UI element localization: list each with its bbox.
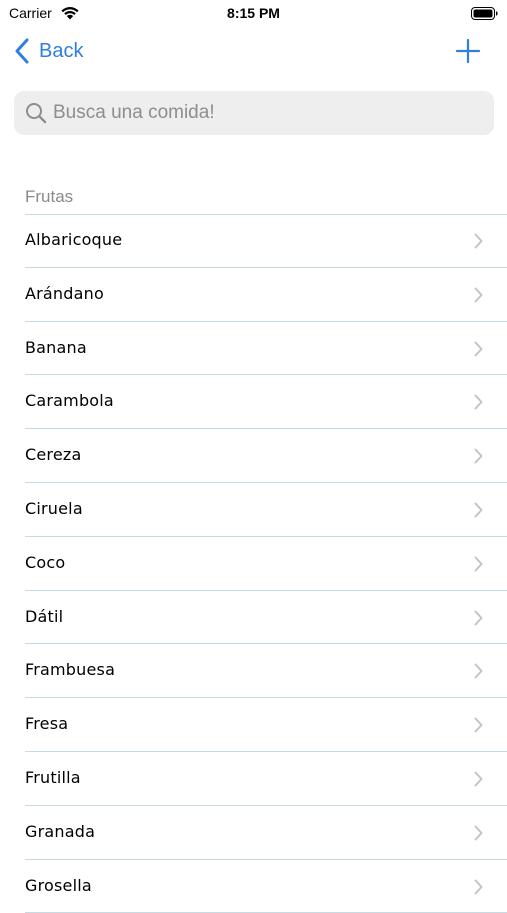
chevron-left-icon — [15, 38, 29, 64]
list-item-label: Frutilla — [25, 767, 81, 787]
search-bar[interactable] — [14, 91, 494, 135]
food-list: Albaricoque Arándano Banana Carambola Ce… — [0, 214, 507, 913]
chevron-right-icon — [474, 394, 483, 410]
chevron-right-icon — [474, 717, 483, 733]
chevron-right-icon — [474, 502, 483, 518]
chevron-right-icon — [474, 448, 483, 464]
list-item[interactable]: Fresa — [0, 698, 507, 752]
chevron-right-icon — [474, 663, 483, 679]
chevron-right-icon — [474, 771, 483, 787]
chevron-right-icon — [474, 825, 483, 841]
navigation-bar: Back — [0, 28, 507, 78]
section-header: Frutas — [25, 187, 74, 206]
chevron-right-icon — [474, 287, 483, 303]
chevron-right-icon — [474, 233, 483, 249]
search-input[interactable] — [53, 102, 473, 124]
status-bar: Carrier 8:15 PM — [0, 0, 507, 28]
list-item[interactable]: Dátil — [0, 591, 507, 645]
list-item-label: Carambola — [25, 391, 114, 411]
list-item[interactable]: Coco — [0, 537, 507, 591]
list-item[interactable]: Arándano — [0, 268, 507, 322]
list-item[interactable]: Albaricoque — [0, 214, 507, 268]
battery-icon — [471, 7, 498, 20]
search-icon — [26, 103, 47, 124]
list-item-label: Fresa — [25, 714, 69, 734]
list-item-label: Banana — [25, 337, 87, 357]
chevron-right-icon — [474, 879, 483, 895]
list-item-label: Frambuesa — [25, 660, 116, 680]
list-item[interactable]: Frutilla — [0, 752, 507, 806]
back-button[interactable]: Back — [14, 38, 83, 64]
list-item[interactable]: Cereza — [0, 429, 507, 483]
list-item[interactable]: Ciruela — [0, 483, 507, 537]
list-item-label: Dátil — [25, 606, 64, 626]
list-item-label: Albaricoque — [25, 230, 123, 249]
list-item[interactable]: Carambola — [0, 375, 507, 430]
chevron-right-icon — [474, 610, 483, 626]
list-item[interactable]: Granada — [0, 806, 507, 860]
list-item[interactable]: Frambuesa — [0, 644, 507, 699]
list-item[interactable]: Grosella — [0, 860, 507, 913]
list-item-label: Granada — [25, 821, 96, 841]
list-item-label: Coco — [25, 552, 66, 572]
chevron-right-icon — [474, 556, 483, 572]
list-item-label: Grosella — [25, 875, 92, 895]
back-label: Back — [39, 39, 84, 62]
clock-label: 8:15 PM — [227, 5, 280, 21]
list-item-label: Arándano — [25, 283, 104, 303]
list-item[interactable]: Banana — [0, 322, 507, 376]
chevron-right-icon — [474, 341, 483, 357]
list-item-label: Ciruela — [25, 498, 83, 518]
list-item-label: Cereza — [25, 445, 82, 465]
plus-icon[interactable] — [455, 38, 481, 64]
